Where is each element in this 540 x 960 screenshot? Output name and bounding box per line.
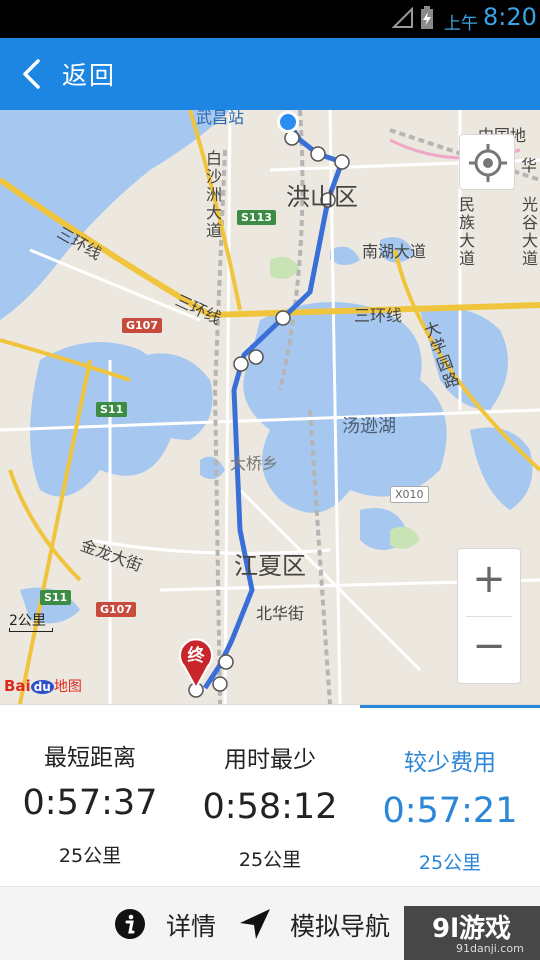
battery-charging-icon — [421, 6, 433, 29]
road-shield-s11-top: S11 — [96, 402, 128, 417]
navigation-arrow-icon — [240, 909, 270, 939]
route-option-distance: 25公里 — [58, 845, 122, 867]
route-option-shortest[interactable]: 最短距离 0:57:37 25公里 — [0, 705, 180, 887]
zoom-controls: + − — [457, 548, 521, 684]
baidu-map-logo: Bai du 地图 — [4, 676, 82, 696]
route-option-distance: 25公里 — [238, 849, 302, 871]
watermark-sub: 91danji.com — [456, 942, 524, 955]
map-scale-bar — [9, 628, 53, 632]
route-options: 最短距离 0:57:37 25公里 用时最少 0:58:12 25公里 较少费用… — [0, 704, 540, 886]
route-option-indicator — [180, 705, 360, 708]
route-option-distance: 25公里 — [418, 852, 482, 874]
map-label-guanggu: 光谷大道 — [519, 196, 538, 268]
back-button[interactable]: 返回 — [0, 38, 140, 110]
simulate-navigation-label: 模拟导航 — [290, 912, 391, 941]
map-label-wuchang-station: 武昌站 — [196, 110, 245, 127]
map-label-beihua: 北华街 — [256, 604, 305, 623]
route-option-time: 0:58:12 — [202, 787, 338, 827]
simulate-navigation-button[interactable]: 模拟导航 — [236, 887, 406, 960]
status-clock: 8:20 — [483, 3, 537, 31]
road-shield-s11-bottom: S11 — [40, 590, 72, 605]
details-button[interactable]: 详情 — [110, 887, 230, 960]
details-label: 详情 — [166, 912, 217, 941]
watermark: 9l游戏 91danji.com — [404, 906, 540, 960]
route-option-time: 0:57:21 — [382, 791, 518, 831]
route-option-fastest[interactable]: 用时最少 0:58:12 25公里 — [180, 705, 360, 887]
map-scale-label: 2公里 — [9, 613, 46, 629]
map-label-lake: 汤逊湖 — [342, 416, 396, 437]
status-bar: 上午 8:20 — [0, 0, 540, 38]
route-map[interactable]: 洪山区 江夏区 汤逊湖 三环线 三环线 三环线 白沙洲大道 南湖大道 民族大道 … — [0, 110, 540, 704]
info-icon — [115, 909, 145, 939]
logo-bai: Bai — [4, 677, 31, 695]
locate-button[interactable] — [459, 134, 515, 190]
route-option-cheapest[interactable]: 较少费用 0:57:21 25公里 — [360, 705, 540, 887]
route-option-indicator — [360, 705, 540, 708]
map-label-nanhu: 南湖大道 — [362, 242, 427, 261]
crosshair-icon — [469, 144, 507, 182]
zoom-in-button[interactable]: + — [458, 549, 520, 616]
map-label-ring-right: 三环线 — [354, 306, 403, 325]
route-option-name: 最短距离 — [44, 745, 136, 771]
title-bar: 返回 — [0, 38, 540, 110]
end-marker-label: 终 — [187, 646, 205, 666]
route-option-time: 0:57:37 — [22, 783, 158, 823]
road-shield-s113: S113 — [237, 210, 276, 225]
signal-icon — [392, 7, 413, 28]
route-option-indicator — [0, 705, 180, 708]
road-shield-x010: X010 — [390, 486, 429, 503]
zoom-out-button[interactable]: − — [458, 617, 520, 684]
road-shield-g107-top: G107 — [122, 318, 162, 333]
logo-paw: du — [30, 680, 54, 694]
start-location-dot — [280, 114, 296, 130]
map-label-hongshan: 洪山区 — [286, 183, 358, 211]
route-option-name: 用时最少 — [224, 747, 316, 773]
map-scale: 2公里 — [9, 610, 53, 632]
back-label: 返回 — [62, 61, 117, 90]
map-label-baisha: 白沙洲大道 — [203, 150, 222, 240]
map-label-hua: 华 — [521, 156, 538, 175]
route-option-name: 较少费用 — [404, 750, 496, 776]
road-shield-g107-bottom: G107 — [96, 602, 136, 617]
end-marker[interactable]: 终 — [176, 636, 216, 691]
logo-ditu: 地图 — [53, 679, 82, 695]
map-label-jiangxia: 江夏区 — [234, 552, 306, 580]
status-ampm: 上午 — [444, 14, 478, 34]
chevron-left-icon — [23, 59, 40, 89]
map-label-daqiao: 大桥乡 — [230, 454, 279, 473]
watermark-main: 9l游戏 — [432, 914, 512, 944]
map-label-minzu: 民族大道 — [456, 196, 475, 268]
